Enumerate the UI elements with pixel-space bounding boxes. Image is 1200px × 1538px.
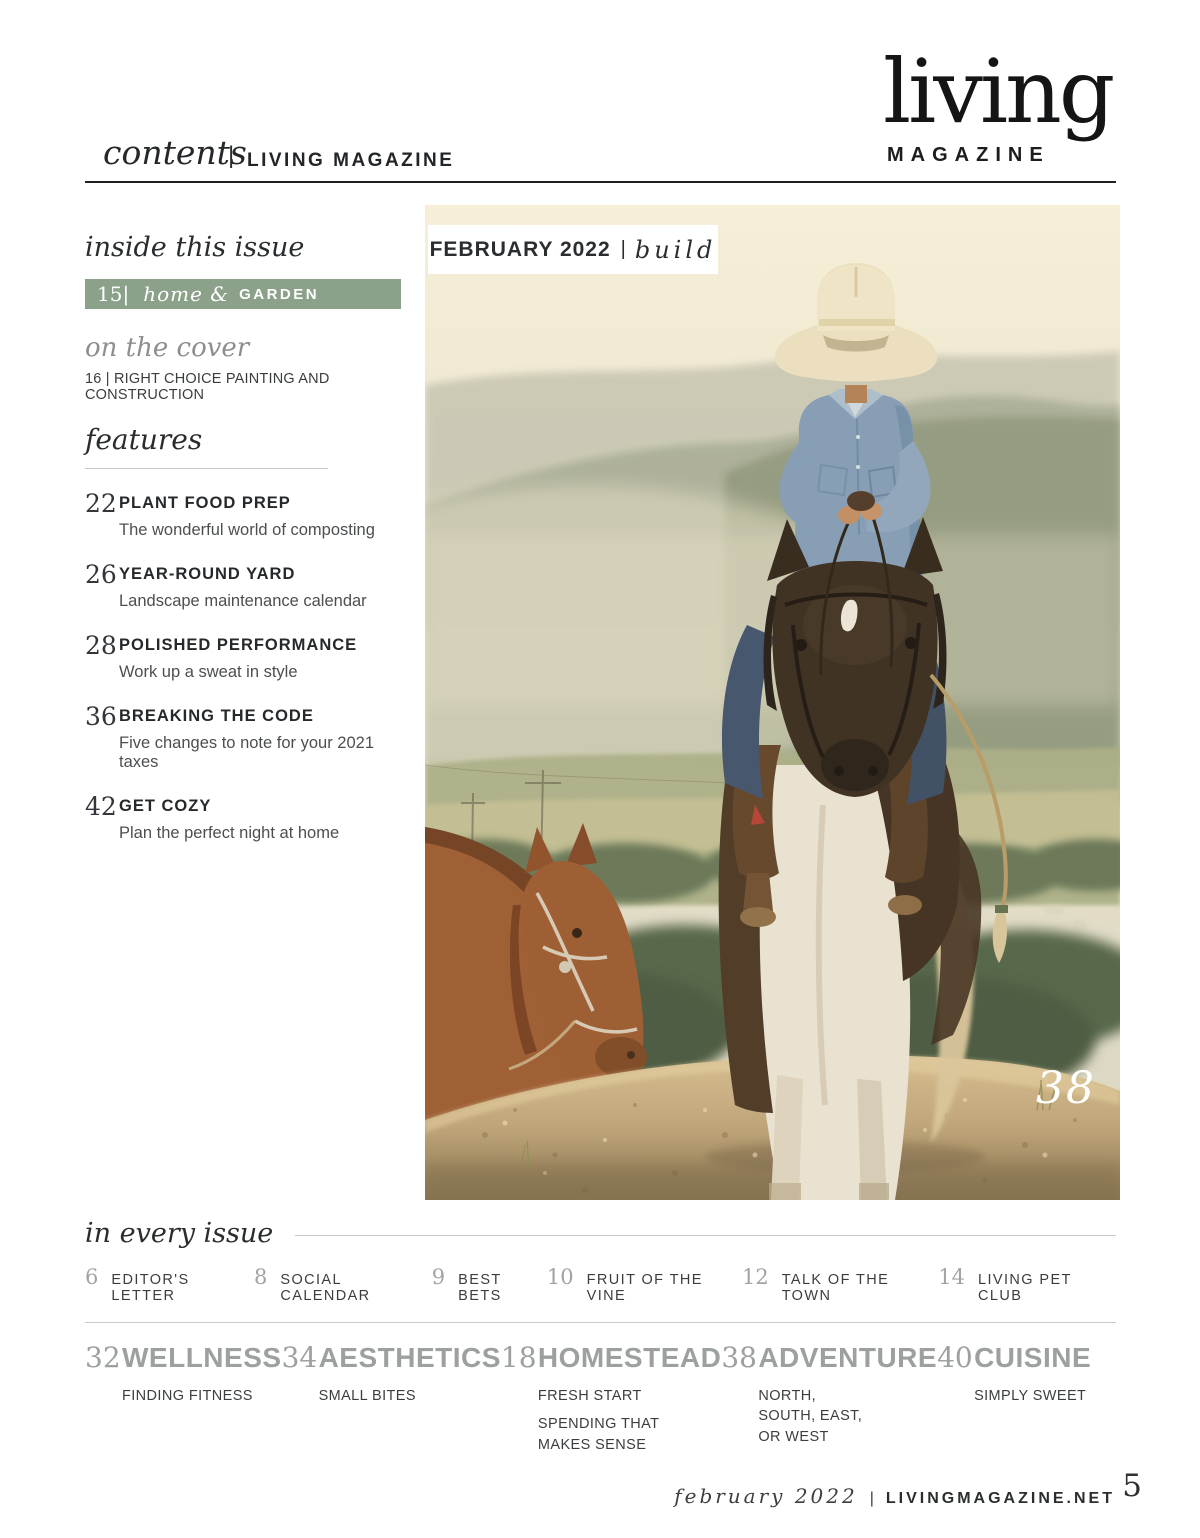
feature-item: 28 POLISHED PERFORMANCE Work up a sweat … <box>85 631 401 682</box>
department-page-number: 18 <box>500 1341 537 1374</box>
footer-issue-date: february 2022 <box>674 1484 858 1508</box>
item-page-number: 14 <box>938 1265 965 1289</box>
department-column: 34 AESTHETICS SMALL BITES <box>282 1341 501 1455</box>
section-name-script: home & <box>143 282 230 306</box>
in-every-issue-heading: in every issue <box>85 1218 274 1249</box>
department-page-number: 40 <box>937 1341 973 1374</box>
page-title: contents <box>103 133 247 172</box>
feature-item: 42 GET COZY Plan the perfect night at ho… <box>85 792 401 843</box>
department-column: 32 WELLNESS FINDING FITNESS <box>85 1341 282 1455</box>
feature-description: Work up a sweat in style <box>119 663 298 681</box>
feature-page-number: 36 <box>85 702 117 731</box>
item-page-number: 12 <box>741 1265 769 1289</box>
department-article: NORTH, SOUTH, EAST, OR WEST <box>758 1388 863 1445</box>
page-number: 5 <box>1122 1468 1142 1504</box>
in-every-issue-section: in every issue 6 EDITOR'S LETTER 8 SOCIA… <box>85 1218 1116 1455</box>
feature-page-number: 22 <box>85 489 117 518</box>
item-page-number: 8 <box>254 1265 268 1289</box>
item-label: LIVING PET CLUB <box>978 1272 1072 1304</box>
section-name-bold: GARDEN <box>239 285 320 303</box>
issue-month: FEBRUARY 2022 <box>429 237 611 261</box>
item-page-number: 6 <box>85 1265 99 1289</box>
item-label: EDITOR'S LETTER <box>111 1272 190 1304</box>
feature-page-number: 42 <box>85 792 117 821</box>
department-column: 18 HOMESTEAD FRESH START SPENDING THAT M… <box>501 1341 721 1455</box>
department-article: FRESH START <box>537 1388 642 1404</box>
department-page-number: 34 <box>281 1341 318 1374</box>
department-label: WELLNESS <box>122 1342 282 1373</box>
department-column: 40 CUISINE SIMPLY SWEET <box>937 1341 1132 1455</box>
magazine-name: LIVING MAGAZINE <box>247 150 455 171</box>
logo-wordmark: living <box>883 40 1115 143</box>
recurring-item: 14 LIVING PET CLUB <box>938 1265 1116 1304</box>
department-article: SIMPLY SWEET <box>974 1388 1087 1404</box>
inside-this-issue-heading: inside this issue <box>85 232 305 263</box>
department-label: ADVENTURE <box>758 1342 938 1373</box>
item-page-number: 10 <box>546 1265 574 1289</box>
section-page-number: 15| <box>97 282 130 306</box>
department-article: SPENDING THAT MAKES SENSE <box>537 1416 660 1453</box>
feature-item: 26 YEAR-ROUND YARD Landscape maintenance… <box>85 560 401 611</box>
department-label: AESTHETICS <box>318 1342 501 1373</box>
department-label: HOMESTEAD <box>537 1342 722 1373</box>
department-page-number: 32 <box>85 1341 121 1374</box>
issue-theme-word: build <box>634 235 717 264</box>
department-article: SMALL BITES <box>318 1388 416 1404</box>
item-label: SOCIAL CALENDAR <box>280 1272 371 1304</box>
department-column: 38 ADVENTURE NORTH, SOUTH, EAST, OR WEST <box>721 1341 937 1455</box>
feature-page-number: 26 <box>85 560 117 589</box>
feature-description: The wonderful world of composting <box>119 521 375 539</box>
warm-haze-overlay <box>425 205 1120 1200</box>
heading-rule <box>295 1235 1116 1236</box>
department-label: CUISINE <box>974 1342 1092 1373</box>
feature-description: Five changes to note for your 2021 taxes <box>119 734 374 771</box>
magazine-contents-page: contents | LIVING MAGAZINE living MAGAZI… <box>0 0 1200 1538</box>
feature-title: BREAKING THE CODE <box>119 707 314 725</box>
item-label: BEST BETS <box>458 1272 502 1304</box>
photo-page-reference: 38 <box>1036 1063 1096 1114</box>
item-label: FRUIT OF THE VINE <box>586 1272 703 1304</box>
item-page-number: 9 <box>431 1265 446 1289</box>
feature-item: 22 PLANT FOOD PREP The wonderful world o… <box>85 489 401 540</box>
cover-photo: FEBRUARY 2022 | build 38 <box>425 205 1120 1200</box>
header-rule <box>85 181 1116 183</box>
recurring-item: 8 SOCIAL CALENDAR <box>254 1265 432 1304</box>
department-page-number: 38 <box>721 1341 757 1374</box>
contents-sidebar: inside this issue 15| home & GARDEN on t… <box>85 232 401 843</box>
recurring-item: 6 EDITOR'S LETTER <box>85 1265 254 1304</box>
feature-title: POLISHED PERFORMANCE <box>119 636 358 654</box>
feature-item: 36 BREAKING THE CODE Five changes to not… <box>85 702 401 772</box>
recurring-item: 10 FRUIT OF THE VINE <box>547 1265 742 1304</box>
recurring-item: 9 BEST BETS <box>432 1265 547 1304</box>
feature-description: Landscape maintenance calendar <box>119 592 367 610</box>
features-heading: features <box>85 423 328 469</box>
footer: february 2022 | LIVINGMAGAZINE.NET <box>674 1484 1115 1508</box>
footer-divider: | <box>869 1490 874 1507</box>
department-article: FINDING FITNESS <box>122 1388 253 1404</box>
cover-photo-illustration <box>425 205 1120 1200</box>
recurring-item: 12 TALK OF THE TOWN <box>742 1265 938 1304</box>
logo-subtitle: MAGAZINE <box>887 144 1050 166</box>
item-label: TALK OF THE TOWN <box>781 1272 890 1304</box>
on-the-cover-heading: on the cover <box>85 333 250 363</box>
feature-title: GET COZY <box>119 797 212 815</box>
header-divider: | <box>228 142 235 169</box>
feature-title: PLANT FOOD PREP <box>119 494 291 512</box>
section-rule <box>85 1322 1116 1323</box>
footer-website: LIVINGMAGAZINE.NET <box>885 1490 1115 1507</box>
feature-title: YEAR-ROUND YARD <box>119 565 296 583</box>
cover-credit-line: 16 | RIGHT CHOICE PAINTING AND CONSTRUCT… <box>85 371 330 403</box>
issue-label: FEBRUARY 2022 | build <box>428 225 718 274</box>
feature-description: Plan the perfect night at home <box>119 824 340 842</box>
recurring-items-row: 6 EDITOR'S LETTER 8 SOCIAL CALENDAR 9 BE… <box>85 1265 1116 1304</box>
feature-page-number: 28 <box>85 631 117 660</box>
department-columns: 32 WELLNESS FINDING FITNESS 34 AESTHETIC… <box>85 1341 1116 1455</box>
home-and-garden-section-banner: 15| home & GARDEN <box>85 279 401 309</box>
issue-label-divider: | <box>620 238 626 260</box>
